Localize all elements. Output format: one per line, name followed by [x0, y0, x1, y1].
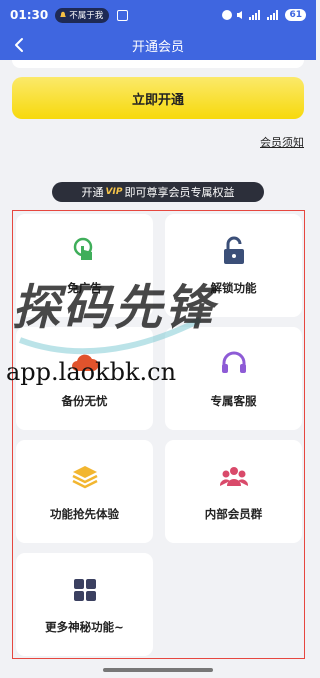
home-indicator[interactable]: [103, 668, 213, 672]
membership-notice-link[interactable]: 会员须知: [260, 134, 304, 150]
benefit-card-unlock: 解锁功能: [165, 214, 302, 317]
signal-icon: [249, 10, 263, 20]
grid-icon: [70, 575, 100, 605]
benefit-label: 专属客服: [210, 394, 257, 408]
notification-pill: 不属于我: [55, 7, 110, 23]
benefit-label: 免广告: [67, 281, 102, 295]
unlock-icon: [219, 236, 249, 266]
headset-icon: [219, 349, 249, 379]
benefit-label: 功能抢先体验: [50, 507, 119, 521]
benefit-card-more: 更多神秘功能~: [16, 553, 153, 656]
dnd-icon: [222, 10, 233, 20]
benefit-label: 解锁功能: [210, 281, 257, 295]
status-right: 61: [222, 9, 306, 21]
layers-icon: [70, 462, 100, 492]
status-time: 01:30: [10, 8, 49, 22]
cloud-icon: [70, 349, 100, 379]
benefit-label: 内部会员群: [204, 507, 263, 521]
vip-badge: VIP: [105, 187, 123, 197]
signal-2-icon: [267, 10, 281, 20]
scan-icon: [117, 9, 129, 21]
benefit-card-member-group: 内部会员群: [165, 440, 302, 543]
notification-pill-text: 不属于我: [69, 11, 104, 21]
back-arrow-icon[interactable]: [10, 35, 30, 55]
open-membership-button[interactable]: 立即开通: [12, 77, 304, 119]
battery-icon: 61: [285, 9, 306, 21]
main-content: 立即开通 会员须知 开通 VIP 即可尊享会员专属权益 免广告 解锁功能 备份无…: [0, 60, 316, 668]
banner-suffix: 即可尊享会员专属权益: [124, 186, 235, 199]
banner-prefix: 开通: [81, 186, 104, 199]
benefit-card-early-access: 功能抢先体验: [16, 440, 153, 543]
mute-icon: [237, 11, 243, 19]
page-header: 开通会员: [0, 30, 316, 60]
page-title: 开通会员: [131, 39, 184, 55]
benefit-label: 备份无忧: [61, 394, 108, 408]
bell-icon: [60, 11, 67, 17]
benefit-label: 更多神秘功能~: [45, 620, 124, 634]
benefit-card-no-ads: 免广告: [16, 214, 153, 317]
benefit-card-backup: 备份无忧: [16, 327, 153, 430]
status-bar: 01:30 不属于我 61: [0, 0, 316, 30]
tap-finger-icon: [70, 236, 100, 266]
group-icon: [219, 462, 249, 492]
benefit-card-support: 专属客服: [165, 327, 302, 430]
benefit-banner: 开通 VIP 即可尊享会员专属权益: [52, 182, 264, 202]
top-card: [12, 60, 304, 68]
